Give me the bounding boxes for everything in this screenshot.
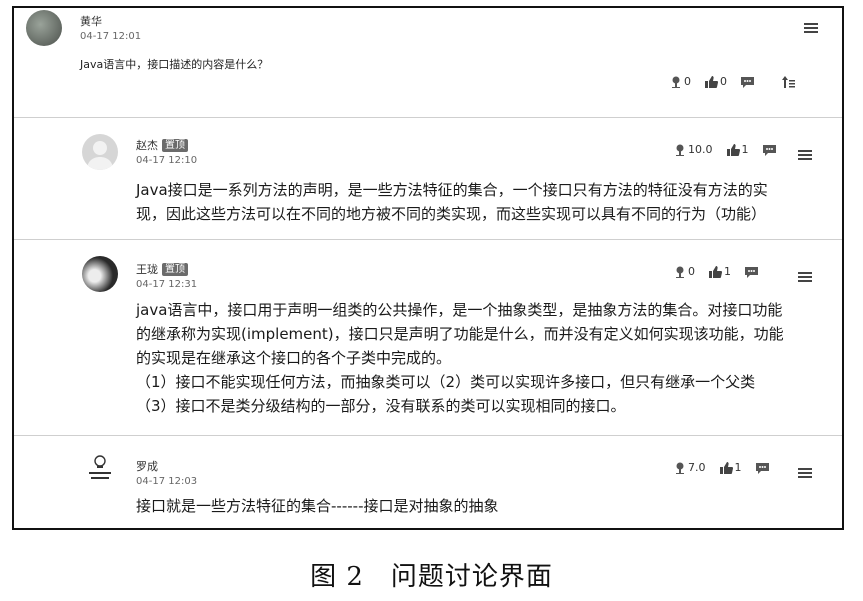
menu-icon[interactable] — [804, 21, 818, 35]
content-line: （1）接口不能实现任何方法，而抽象类可以（2）类可以实现许多接口，但只有继承一个… — [136, 373, 756, 391]
rating-count: 7.0 — [688, 461, 706, 474]
reply-author[interactable]: 王珑 置顶 — [136, 261, 188, 277]
pinned-badge: 置顶 — [162, 139, 188, 152]
avatar[interactable] — [82, 134, 118, 170]
reply-content: java语言中，接口用于声明一组类的公共操作，是一个抽象类型，是抽象方法的集合。… — [136, 298, 812, 418]
award-icon — [676, 266, 684, 278]
question-post: 黄华 04-17 12:01 Java语言中，接口描述的内容是什么？ 0 0 — [14, 8, 842, 118]
avatar[interactable] — [86, 454, 114, 484]
thumbs-up-icon — [709, 265, 722, 278]
comment-button[interactable] — [741, 76, 754, 88]
award-icon — [672, 76, 680, 88]
question-text: Java语言中，接口描述的内容是什么？ — [80, 58, 269, 71]
reply-actions: 7.0 1 — [674, 461, 783, 474]
thumbs-up-icon — [726, 143, 740, 156]
like-button[interactable]: 0 — [705, 75, 727, 88]
author-name: 赵杰 — [136, 139, 158, 152]
reply-post: 赵杰 置顶 04-17 12:10 10.0 1 Java接口是一系列方法的声明，… — [14, 118, 842, 240]
pinned-badge: 置顶 — [162, 263, 188, 276]
content-line: （3）接口不是类分级结构的一部分，没有联系的类可以实现相同的接口。 — [136, 397, 626, 415]
like-button[interactable]: 1 — [719, 461, 742, 474]
content-line: 的继承称为实现(implement)，接口只是声明了功能是什么，而并没有定义如何… — [136, 325, 784, 343]
like-count: 1 — [734, 461, 742, 474]
rating-button[interactable]: 7.0 — [674, 461, 706, 474]
like-count: 1 — [741, 143, 749, 156]
menu-icon[interactable] — [798, 148, 812, 162]
content-line: java语言中，接口用于声明一组类的公共操作，是一个抽象类型，是抽象方法的集合。… — [136, 301, 783, 319]
reply-time: 04-17 12:31 — [136, 279, 198, 290]
award-icon — [676, 144, 684, 156]
default-user-icon — [87, 141, 113, 170]
comment-button[interactable] — [762, 144, 776, 156]
award-icon — [676, 462, 684, 474]
content-line: 接口就是一些方法特征的集合------接口是对抽象的抽象 — [136, 497, 499, 515]
thumbs-up-icon — [705, 75, 718, 88]
menu-icon[interactable] — [798, 270, 812, 284]
comment-icon — [755, 462, 769, 474]
author-name: 王珑 — [136, 263, 158, 276]
reply-post: 罗成 04-17 12:03 7.0 1 接口就是一些方法特征的集合------… — [14, 436, 842, 528]
sort-button[interactable] — [782, 75, 795, 88]
comment-button[interactable] — [755, 462, 769, 474]
like-count: 1 — [724, 265, 731, 278]
reply-post: 王珑 置顶 04-17 12:31 0 1 java语言中，接口用于声明一组类的公… — [14, 240, 842, 436]
comment-icon — [762, 144, 776, 156]
content-line: 现，因此这些方法可以在不同的地方被不同的类实现，而这些实现可以具有不同的行为（功… — [136, 205, 767, 223]
avatar[interactable] — [82, 256, 118, 292]
like-button[interactable]: 1 — [709, 265, 731, 278]
content-line: Java接口是一系列方法的声明，是一些方法特征的集合，一个接口只有方法的特征没有… — [136, 181, 768, 199]
content-line: 的实现是在继承这个接口的各个子类中完成的。 — [136, 349, 452, 367]
question-actions: 0 0 — [670, 75, 809, 88]
discussion-panel: 黄华 04-17 12:01 Java语言中，接口描述的内容是什么？ 0 0 赵… — [12, 6, 844, 530]
rating-count: 0 — [684, 75, 691, 88]
comment-button[interactable] — [745, 266, 758, 278]
like-button[interactable]: 1 — [726, 143, 749, 156]
reply-content: 接口就是一些方法特征的集合------接口是对抽象的抽象 — [136, 494, 812, 518]
reply-time: 04-17 12:03 — [136, 476, 198, 487]
comment-icon — [745, 266, 758, 278]
comment-icon — [741, 76, 754, 88]
rating-button[interactable]: 0 — [670, 75, 691, 88]
rating-button[interactable]: 0 — [674, 265, 695, 278]
reply-actions: 0 1 — [674, 265, 772, 278]
rating-count: 0 — [688, 265, 695, 278]
question-author[interactable]: 黄华 — [80, 13, 102, 29]
avatar[interactable] — [26, 10, 62, 46]
reply-actions: 10.0 1 — [674, 143, 790, 156]
question-time: 04-17 12:01 — [80, 31, 142, 42]
reply-content: Java接口是一系列方法的声明，是一些方法特征的集合，一个接口只有方法的特征没有… — [136, 178, 812, 226]
figure-caption: 图 2 问题讨论界面 — [310, 562, 553, 592]
reply-author[interactable]: 罗成 — [136, 458, 158, 474]
reply-time: 04-17 12:10 — [136, 155, 198, 166]
like-count: 0 — [720, 75, 727, 88]
sort-icon — [782, 75, 795, 88]
lightbulb-icon — [89, 455, 111, 479]
thumbs-up-icon — [719, 461, 733, 474]
rating-button[interactable]: 10.0 — [674, 143, 713, 156]
menu-icon[interactable] — [798, 466, 812, 480]
reply-author[interactable]: 赵杰 置顶 — [136, 137, 188, 153]
rating-count: 10.0 — [688, 143, 713, 156]
